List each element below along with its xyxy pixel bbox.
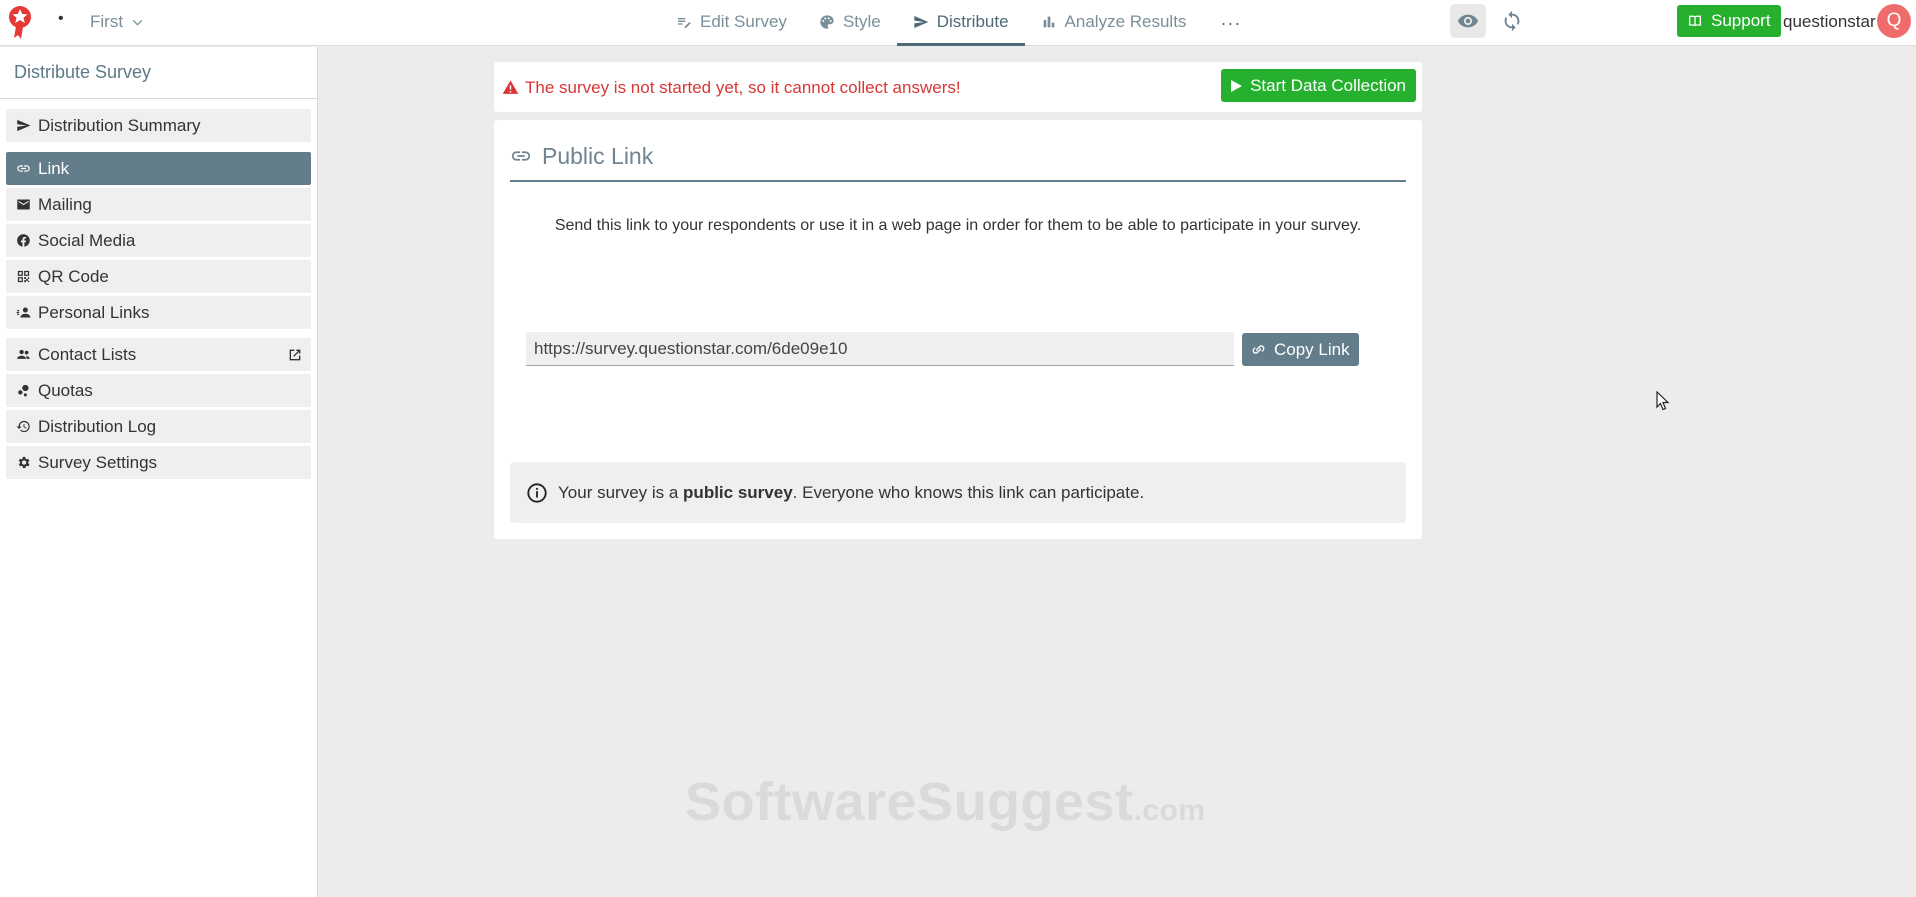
sidebar-item-label: Contact Lists: [38, 344, 137, 364]
bar-chart-icon: [1043, 16, 1054, 27]
tab-label: Analyze Results: [1064, 11, 1187, 31]
sidebar-item-survey-settings[interactable]: Survey Settings: [6, 446, 311, 479]
survey-name: First: [90, 12, 124, 31]
start-data-collection-button[interactable]: Start Data Collection: [1221, 69, 1416, 102]
mail-icon: [17, 199, 30, 210]
tab-label: Style: [842, 11, 881, 31]
top-bar: • First Edit Survey Style Distribute Ana…: [0, 0, 1916, 46]
sidebar-item-label: Link: [38, 158, 70, 178]
warning-icon: [502, 80, 519, 94]
sidebar-item-contact-lists[interactable]: Contact Lists: [6, 338, 311, 371]
qr-code-icon: [17, 270, 30, 283]
separator-dot: •: [58, 10, 64, 27]
info-icon: [527, 482, 547, 503]
alert-text: The survey is not started yet, so it can…: [525, 78, 961, 97]
public-link-field[interactable]: [526, 332, 1234, 366]
sidebar: Distribute Survey Distribution Summary L…: [0, 47, 318, 897]
info-text: Your survey is a public survey. Everyone…: [558, 482, 1145, 502]
sidebar-item-label: Mailing: [38, 194, 92, 214]
person-link-icon: [16, 307, 31, 318]
copy-link-label: Copy Link: [1274, 339, 1350, 359]
gear-icon: [18, 456, 30, 469]
external-link-icon[interactable]: [287, 347, 303, 363]
main-nav: Edit Survey Style Distribute Analyze Res…: [660, 0, 1259, 46]
more-menu-button[interactable]: ···: [1202, 0, 1259, 46]
sidebar-title: Distribute Survey: [0, 47, 317, 99]
refresh-button[interactable]: [1494, 4, 1530, 38]
send-icon: [17, 119, 31, 132]
copy-link-button[interactable]: Copy Link: [1242, 333, 1359, 366]
palette-icon: [820, 14, 834, 29]
link-icon: [17, 165, 30, 172]
sidebar-item-label: QR Code: [38, 266, 109, 286]
tab-label: Distribute: [936, 11, 1009, 31]
contacts-icon: [17, 349, 30, 359]
survey-status-alert: The survey is not started yet, so it can…: [494, 62, 1422, 112]
sidebar-item-qr-code[interactable]: QR Code: [6, 260, 311, 293]
tab-edit-survey[interactable]: Edit Survey: [660, 0, 803, 46]
edit-icon: [678, 17, 691, 28]
facebook-icon: [17, 234, 30, 247]
quota-icon: [18, 384, 29, 397]
start-label: Start Data Collection: [1250, 75, 1406, 95]
sidebar-item-distribution-summary[interactable]: Distribution Summary: [6, 109, 311, 142]
chevron-down-icon: [132, 19, 143, 26]
sidebar-item-label: Distribution Log: [38, 416, 157, 436]
sidebar-item-distribution-log[interactable]: Distribution Log: [6, 410, 311, 443]
support-button[interactable]: Support: [1677, 5, 1781, 37]
send-icon: [914, 15, 929, 28]
card-description: Send this link to your respondents or us…: [554, 217, 1362, 234]
history-icon: [16, 420, 30, 433]
tab-style[interactable]: Style: [803, 0, 897, 46]
sidebar-item-mailing[interactable]: Mailing: [6, 188, 311, 221]
mouse-cursor-icon: [1656, 391, 1670, 411]
link-icon: [1252, 345, 1265, 354]
sidebar-item-personal-links[interactable]: Personal Links: [6, 296, 311, 329]
survey-selector[interactable]: First: [90, 12, 144, 32]
watermark: SoftwareSuggest.com: [685, 772, 1206, 832]
sidebar-item-label: Personal Links: [38, 302, 150, 322]
book-icon: [1689, 15, 1701, 27]
tab-analyze-results[interactable]: Analyze Results: [1025, 0, 1203, 46]
tab-label: Edit Survey: [700, 11, 787, 31]
support-label: Support: [1711, 11, 1771, 30]
tab-distribute[interactable]: Distribute: [896, 0, 1025, 46]
public-survey-info: Your survey is a public survey. Everyone…: [510, 462, 1406, 523]
refresh-icon: [1504, 10, 1520, 32]
sidebar-item-label: Distribution Summary: [38, 115, 201, 135]
card-title: Public Link: [542, 142, 654, 169]
eye-icon: [1457, 14, 1479, 28]
sidebar-item-label: Survey Settings: [38, 452, 158, 472]
sidebar-item-quotas[interactable]: Quotas: [6, 374, 311, 407]
play-icon: [1231, 79, 1243, 92]
sidebar-item-social-media[interactable]: Social Media: [6, 224, 311, 257]
username[interactable]: questionstar: [1783, 12, 1876, 32]
sidebar-item-label: Social Media: [38, 230, 136, 250]
info-bold: public survey: [683, 482, 793, 502]
preview-button[interactable]: [1450, 4, 1486, 38]
card-header: Public Link: [510, 132, 1406, 182]
link-icon: [511, 151, 531, 161]
avatar[interactable]: Q: [1877, 4, 1911, 38]
public-link-card: Public Link Send this link to your respo…: [494, 120, 1422, 539]
sidebar-item-link[interactable]: Link: [6, 152, 311, 185]
questionstar-logo[interactable]: [6, 4, 36, 40]
sidebar-item-label: Quotas: [38, 380, 93, 400]
